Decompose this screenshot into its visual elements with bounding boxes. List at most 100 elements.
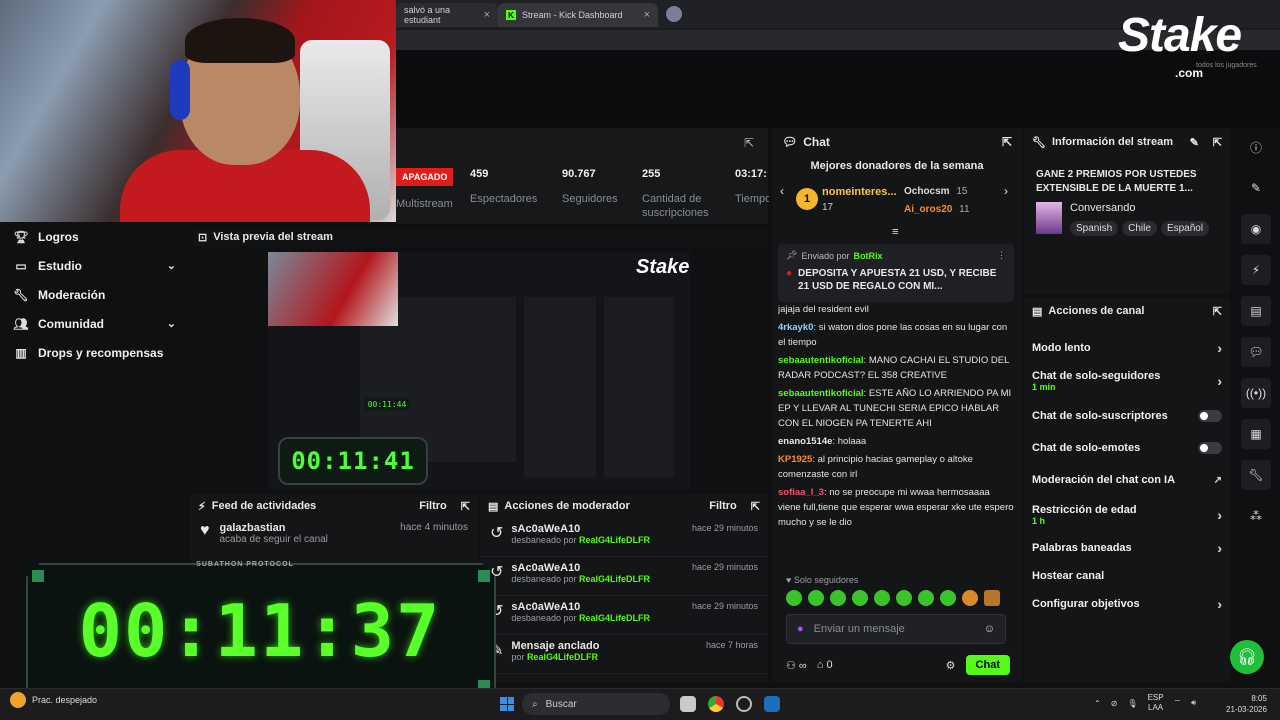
document-icon[interactable]: ▤ (1241, 296, 1271, 326)
browser-tab-kick[interactable]: K Stream - Kick Dashboard × (498, 3, 658, 27)
expand-icon[interactable]: ⇱ (1213, 305, 1222, 318)
subs-only-toggle[interactable] (1198, 410, 1222, 422)
feed-title: Feed de actividades (211, 500, 317, 512)
action-followers-only[interactable]: Chat de solo-seguidores 1 min › (1024, 362, 1230, 400)
store-icon[interactable]: ⌂ 0 (817, 659, 833, 671)
stack-icon[interactable]: ▦ (1241, 419, 1271, 449)
close-icon[interactable]: × (644, 9, 650, 21)
mod-target[interactable]: sAc0aWeA10 (511, 562, 650, 574)
mic-icon[interactable]: 🎙︎ (1127, 699, 1137, 708)
gear-icon[interactable]: ⚙ (946, 659, 956, 672)
wifi-icon[interactable]: ⌔ (1174, 698, 1182, 708)
action-age-restriction[interactable]: Restricción de edad 1 h › (1024, 496, 1230, 534)
feed-user[interactable]: galazbastian (220, 522, 328, 534)
community-icon[interactable]: ⁂ (1241, 501, 1271, 531)
expand-icon[interactable]: ⇱ (1213, 136, 1222, 149)
subathon-timer: 00:11:37 (78, 589, 442, 673)
chevron-down-icon: ⌄ (166, 318, 176, 330)
close-icon[interactable]: × (484, 9, 490, 21)
tag[interactable]: Chile (1122, 221, 1157, 236)
category-thumbnail[interactable] (1036, 202, 1062, 234)
camera-icon[interactable]: ◉ (1241, 214, 1271, 244)
document-icon: ▤ (488, 500, 499, 513)
donor-name[interactable]: Ai_oros20 (904, 204, 952, 215)
expand-icon[interactable]: ⇱ (751, 500, 760, 513)
network-icon[interactable]: ⊘ (1111, 699, 1118, 708)
info-icon[interactable]: ⓘ (1241, 132, 1271, 162)
sidebar-item-logros[interactable]: 🏆︎ Logros (0, 222, 190, 251)
feed-time: hace 4 minutos (400, 522, 468, 533)
volume-icon[interactable]: 🔊︎ (1191, 698, 1196, 708)
action-goals[interactable]: Configurar objetivos › (1024, 590, 1230, 618)
filter-button[interactable]: Filtro (419, 500, 447, 512)
action-host-channel[interactable]: Hostear canal (1024, 562, 1230, 590)
expand-icon[interactable]: ⇱ (744, 136, 754, 150)
expand-icon[interactable]: ⇱ (461, 500, 470, 513)
bolt-icon[interactable]: ⚡︎ (1241, 255, 1271, 285)
emote-icon[interactable] (940, 590, 956, 606)
emote-icon[interactable] (852, 590, 868, 606)
sidebar-item-moderacion[interactable]: 🔧︎ Moderación (0, 280, 190, 309)
collapse-icon[interactable]: ≡ (892, 226, 898, 238)
mod-target[interactable]: sAc0aWeA10 (511, 601, 650, 613)
moderator-actions: ▤ Acciones de moderador Filtro ⇱ ↺ sAc0a… (480, 494, 768, 682)
emote-icon[interactable] (808, 590, 824, 606)
followers-value: 90.767 (562, 168, 596, 180)
chat-input[interactable]: ● Enviar un mensaje ☺ (786, 614, 1006, 644)
windows-start-icon[interactable] (500, 697, 514, 711)
preview-nested-timer: 00:11:44 (364, 398, 410, 410)
tag[interactable]: Spanish (1070, 221, 1119, 236)
donor-name[interactable]: Ochocsm (904, 186, 950, 197)
action-emotes-only[interactable]: Chat de solo-emotes (1024, 432, 1230, 464)
sidebar-item-comunidad[interactable]: 👥︎ Comunidad ⌄ (0, 309, 190, 338)
action-slow-mode[interactable]: Modo lento › (1024, 334, 1230, 362)
taskbar-search[interactable]: ⌕ Buscar (522, 693, 670, 715)
emote-icon[interactable] (896, 590, 912, 606)
category-name[interactable]: Conversando (1070, 202, 1213, 214)
filter-button[interactable]: Filtro (709, 500, 737, 512)
wrench-icon[interactable]: 🔧︎ (1241, 460, 1271, 490)
action-subs-only[interactable]: Chat de solo-suscriptores (1024, 400, 1230, 432)
steam-icon[interactable] (764, 696, 780, 712)
send-chat-button[interactable]: Chat (965, 655, 1010, 675)
users-icon[interactable]: ⚇ ∞ (786, 659, 807, 672)
obs-icon[interactable] (736, 696, 752, 712)
pencil-icon[interactable]: ✎ (1241, 173, 1271, 203)
profile-avatar-icon[interactable] (666, 6, 682, 22)
chevron-up-icon[interactable]: ⌃ (1094, 699, 1101, 708)
chrome-icon[interactable] (708, 696, 724, 712)
taskbar-clock[interactable]: 8:05 21-03-2026 (1226, 693, 1267, 715)
emote-icon[interactable] (962, 590, 978, 606)
emoji-icon[interactable]: ☺ (984, 623, 995, 635)
help-headset-button[interactable]: 🎧︎ (1230, 640, 1264, 674)
preview-header: ⊡ Vista previa del stream (190, 228, 768, 246)
sidebar-item-drops[interactable]: ▥ Drops y recompensas (0, 338, 190, 367)
action-ai-moderation[interactable]: Moderación del chat con IA ↗ (1024, 464, 1230, 496)
emote-icon[interactable] (918, 590, 934, 606)
weather-widget[interactable]: Prac. despejado (10, 692, 97, 708)
sidebar-item-estudio[interactable]: ▭ Estudio ⌄ (0, 251, 190, 280)
expand-icon[interactable]: ⇱ (1002, 135, 1012, 149)
broadcast-icon[interactable]: ((•)) (1241, 378, 1271, 408)
emote-icon[interactable] (786, 590, 802, 606)
language-indicator[interactable]: ESP LAA (1148, 693, 1164, 713)
action-banned-words[interactable]: Palabras baneadas › (1024, 534, 1230, 562)
file-explorer-icon[interactable] (680, 696, 696, 712)
mod-target[interactable]: Mensaje anclado (511, 640, 599, 652)
donor-name[interactable]: nomeinteres... (822, 186, 897, 198)
emotes-only-toggle[interactable] (1198, 442, 1222, 454)
tag[interactable]: Español (1160, 221, 1210, 236)
pinned-sender: 📌︎ Enviado por BotRix ⋮ (786, 250, 1006, 261)
emote-icon[interactable] (874, 590, 890, 606)
more-icon[interactable]: ⋮ (997, 250, 1006, 261)
mod-target[interactable]: sAc0aWeA10 (511, 523, 650, 535)
pencil-icon[interactable]: ✎ (1190, 136, 1199, 149)
browser-tab-news[interactable]: salvó a una estudiant × (396, 3, 498, 27)
mod-time: hace 29 minutos (691, 562, 758, 572)
emote-icon[interactable] (984, 590, 1000, 606)
emote-icon[interactable] (830, 590, 846, 606)
chat-bubble-icon[interactable]: 💬︎ (1241, 337, 1271, 367)
chevron-right-icon[interactable]: › (1004, 184, 1008, 198)
chevron-left-icon[interactable]: ‹ (780, 184, 784, 198)
mic-icon[interactable]: ● (797, 623, 804, 635)
